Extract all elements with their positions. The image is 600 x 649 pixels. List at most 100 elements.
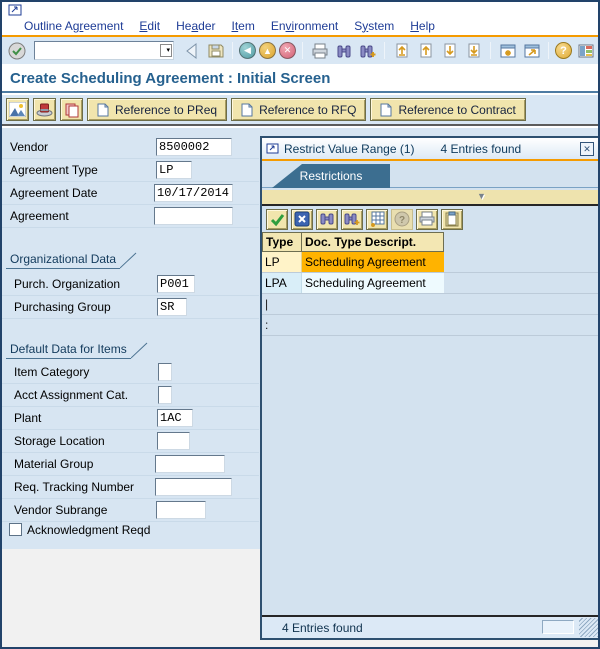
- table-row[interactable]: LPA Scheduling Agreement: [262, 273, 598, 294]
- section-diagonal: [120, 252, 137, 269]
- description-cell[interactable]: [302, 315, 444, 335]
- toolbar-separator: [302, 42, 303, 59]
- command-history-icon[interactable]: ▾: [160, 44, 172, 57]
- acct-assignment-input[interactable]: [158, 386, 172, 404]
- copy-documents-icon: [65, 103, 78, 117]
- copy-button[interactable]: [60, 98, 83, 121]
- type-cell[interactable]: LP: [262, 252, 302, 272]
- new-values-icon[interactable]: [366, 208, 388, 230]
- last-page-icon[interactable]: [463, 40, 484, 61]
- type-cell[interactable]: :: [262, 315, 302, 335]
- tab-restrictions[interactable]: Restrictions: [272, 164, 390, 188]
- document-icon: [97, 103, 109, 116]
- customize-layout-icon[interactable]: [575, 40, 596, 61]
- menu-outline-agreement[interactable]: Outline Agreement: [16, 19, 131, 33]
- storage-location-input[interactable]: [157, 432, 190, 450]
- table-row[interactable]: LP Scheduling Agreement: [262, 252, 598, 273]
- help-icon[interactable]: ?: [555, 42, 572, 59]
- column-header-description[interactable]: Doc. Type Descript.: [302, 232, 444, 252]
- field-row-plant: Plant: [2, 407, 259, 430]
- vendor-subrange-input[interactable]: [156, 501, 206, 519]
- popup-filter-strip[interactable]: ▼: [262, 188, 598, 204]
- find-next-popup-icon[interactable]: [341, 208, 363, 230]
- agreement-type-input[interactable]: [156, 161, 192, 179]
- plant-input[interactable]: [157, 409, 193, 427]
- help-disabled-icon: ?: [391, 208, 413, 230]
- find-next-icon[interactable]: [357, 40, 378, 61]
- vendor-button[interactable]: [33, 98, 56, 121]
- purch-organization-label: Purch. Organization: [14, 277, 121, 291]
- reference-to-rfq-button[interactable]: Reference to RFQ: [231, 98, 367, 121]
- filter-triangle-icon[interactable]: ▼: [477, 191, 486, 201]
- popup-entries-count: 4 Entries found: [440, 141, 522, 156]
- svg-text:?: ?: [399, 215, 405, 226]
- storage-location-label: Storage Location: [14, 434, 105, 448]
- cancel-popup-icon[interactable]: [291, 208, 313, 230]
- sap-window: Outline Agreement Edit Header Item Envir…: [0, 0, 600, 649]
- plant-label: Plant: [14, 411, 42, 425]
- document-icon: [241, 103, 253, 116]
- command-field-wrap: ▾: [34, 41, 174, 60]
- agreement-input[interactable]: [154, 207, 233, 225]
- reference-to-preq-button[interactable]: Reference to PReq: [87, 98, 228, 121]
- field-row-agreement-type: Agreement Type: [2, 159, 259, 182]
- vendor-input[interactable]: [156, 138, 232, 156]
- description-cell[interactable]: [302, 294, 444, 314]
- purchasing-group-input[interactable]: [157, 298, 187, 316]
- back-triangle-icon[interactable]: [181, 40, 202, 61]
- field-row-purch-group: Purchasing Group: [2, 296, 259, 319]
- field-row-purch-org: Purch. Organization: [2, 273, 259, 296]
- first-page-icon[interactable]: [391, 40, 412, 61]
- acknowledgment-checkbox[interactable]: [9, 523, 22, 536]
- menu-header[interactable]: Header: [168, 19, 223, 33]
- reference-to-contract-button[interactable]: Reference to Contract: [370, 98, 526, 121]
- column-header-type[interactable]: Type: [262, 232, 302, 252]
- clipboard-icon[interactable]: [441, 208, 463, 230]
- field-row-storage-location: Storage Location: [2, 430, 259, 453]
- save-icon[interactable]: [205, 40, 226, 61]
- exit-icon[interactable]: ▲: [259, 42, 276, 59]
- popup-session-icon: [266, 143, 279, 154]
- material-group-input[interactable]: [155, 455, 225, 473]
- next-page-icon[interactable]: [439, 40, 460, 61]
- popup-close-icon[interactable]: ✕: [580, 141, 594, 156]
- hat-icon: [36, 103, 53, 117]
- req-tracking-number-input[interactable]: [155, 478, 232, 496]
- table-row[interactable]: |: [262, 294, 598, 315]
- table-row[interactable]: :: [262, 315, 598, 336]
- find-popup-icon[interactable]: [316, 208, 338, 230]
- session-icon: [8, 4, 22, 16]
- agreement-date-input[interactable]: [154, 184, 233, 202]
- command-input[interactable]: [34, 41, 174, 60]
- previous-page-icon[interactable]: [415, 40, 436, 61]
- create-shortcut-icon[interactable]: [521, 40, 542, 61]
- type-cell[interactable]: LPA: [262, 273, 302, 293]
- cancel-icon[interactable]: ✕: [279, 42, 296, 59]
- purchasing-group-label: Purchasing Group: [14, 300, 111, 314]
- restrict-value-range-popup: Restrict Value Range (1) 4 Entries found…: [260, 136, 598, 640]
- accept-icon[interactable]: [266, 208, 288, 230]
- field-row-material-group: Material Group: [2, 453, 259, 476]
- menu-item[interactable]: Item: [223, 19, 262, 33]
- field-row-vendor: Vendor: [2, 136, 259, 159]
- description-cell[interactable]: Scheduling Agreement: [302, 252, 444, 272]
- enter-icon[interactable]: [6, 40, 27, 61]
- menu-help[interactable]: Help: [402, 19, 443, 33]
- field-row-agreement: Agreement: [2, 205, 259, 228]
- resize-grip[interactable]: [579, 618, 598, 637]
- type-cell[interactable]: |: [262, 294, 302, 314]
- back-icon[interactable]: ◀: [239, 42, 256, 59]
- default-data-title: Default Data for Items: [6, 342, 131, 359]
- description-cell[interactable]: Scheduling Agreement: [302, 273, 444, 293]
- menu-system[interactable]: System: [346, 19, 402, 33]
- item-category-input[interactable]: [158, 363, 172, 381]
- print-icon[interactable]: [309, 40, 330, 61]
- new-session-icon[interactable]: [497, 40, 518, 61]
- purch-organization-input[interactable]: [157, 275, 195, 293]
- overview-button[interactable]: [6, 98, 29, 121]
- find-icon[interactable]: [333, 40, 354, 61]
- popup-title-bar[interactable]: Restrict Value Range (1) 4 Entries found…: [262, 138, 598, 159]
- menu-edit[interactable]: Edit: [131, 19, 168, 33]
- menu-environment[interactable]: Environment: [263, 19, 346, 33]
- print-popup-icon[interactable]: [416, 208, 438, 230]
